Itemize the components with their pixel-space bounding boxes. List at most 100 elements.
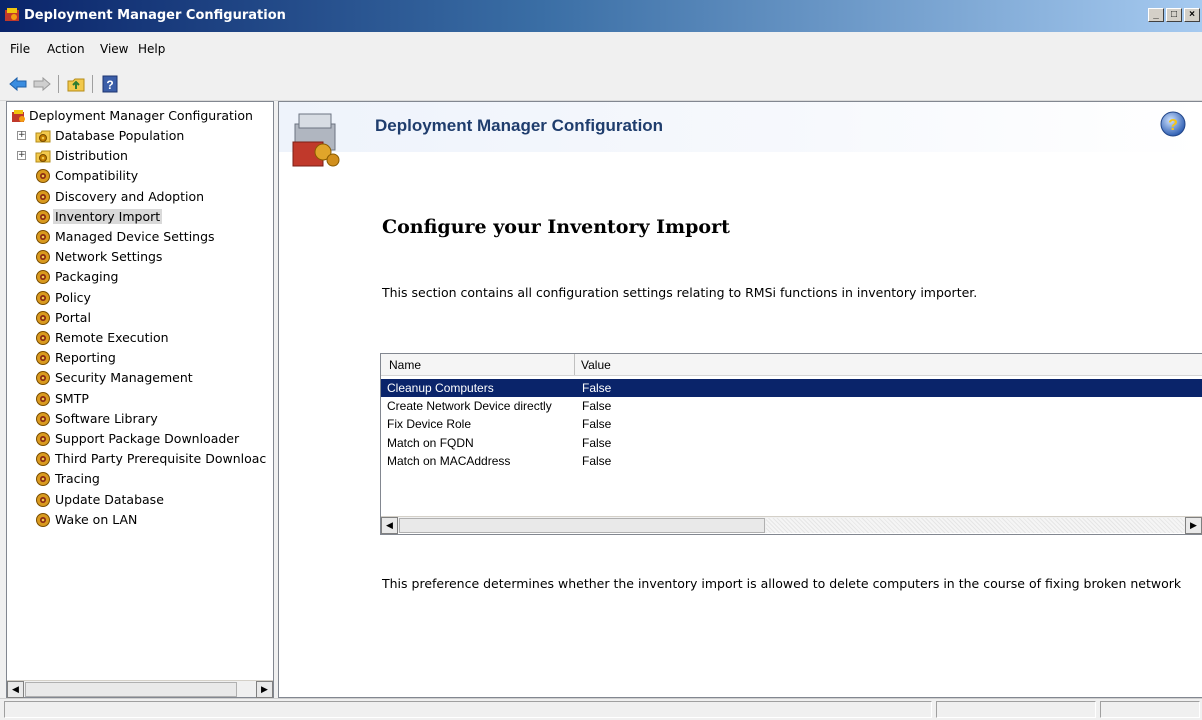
maximize-button[interactable]: □ [1166, 8, 1182, 22]
expand-icon[interactable]: + [17, 131, 26, 140]
tree-item-label: Portal [55, 309, 91, 325]
title-bar: Deployment Manager Configuration _ □ × [0, 0, 1202, 32]
scroll-thumb[interactable] [25, 682, 237, 697]
header-banner: Deployment Manager Configuration ? [279, 102, 1202, 152]
grid-row[interactable]: Fix Device Role False [381, 415, 1202, 433]
column-divider[interactable] [574, 354, 575, 375]
gear-icon [36, 411, 50, 426]
svg-text:?: ? [106, 78, 113, 92]
scroll-track[interactable] [766, 518, 1184, 533]
column-header-value[interactable]: Value [581, 358, 611, 372]
gear-icon [36, 290, 50, 305]
expand-icon[interactable]: + [17, 151, 26, 161]
folder-gear-icon [35, 150, 51, 163]
scroll-left-arrow[interactable]: ◀ [381, 517, 398, 534]
scroll-thumb[interactable] [399, 518, 765, 533]
tree-item-label: Security Management [55, 370, 193, 386]
gear-icon [36, 270, 50, 285]
setting-name: Cleanup Computers [387, 381, 494, 395]
tree-item-label: Policy [55, 289, 91, 305]
minimize-button[interactable]: _ [1148, 8, 1164, 22]
setting-value: False [582, 435, 612, 450]
app-icon [12, 110, 25, 122]
tree-item-label: Software Library [55, 410, 158, 426]
column-header-name[interactable]: Name [389, 358, 421, 372]
setting-value: False [582, 453, 612, 468]
app-icon [5, 8, 19, 21]
tree-item-label: SMTP [55, 390, 89, 406]
menu-view[interactable]: View [100, 42, 128, 56]
window-title: Deployment Manager Configuration [24, 8, 286, 23]
toolbar-separator [58, 75, 59, 93]
menu-file[interactable]: File [10, 42, 30, 56]
gear-icon [36, 331, 50, 345]
toolbar-separator [92, 75, 93, 93]
setting-name: Fix Device Role [387, 417, 472, 432]
gear-icon [36, 351, 50, 366]
menu-action[interactable]: Action [47, 42, 85, 56]
scroll-right-arrow[interactable]: ▶ [256, 681, 273, 698]
svg-text:?: ? [1168, 117, 1178, 134]
scroll-right-arrow[interactable]: ▶ [1185, 517, 1202, 534]
section-description: This section contains all configuration … [382, 285, 978, 300]
gear-icon [36, 432, 50, 446]
setting-value: False [582, 399, 612, 414]
menu-bar: File Action View Help [0, 32, 1202, 66]
grid-row[interactable]: Match on MACAddress False [381, 452, 1202, 470]
up-folder-icon[interactable] [66, 75, 86, 93]
tree-horizontal-scrollbar[interactable]: ◀ ▶ [7, 680, 273, 698]
grid-row[interactable]: Cleanup Computers False [381, 379, 1202, 397]
toolbar: ? [0, 66, 1202, 101]
gear-icon [36, 492, 50, 507]
help-icon[interactable]: ? [1159, 110, 1187, 138]
setting-name: Match on MACAddress [387, 453, 511, 468]
grid-horizontal-scrollbar[interactable]: ◀ ▶ [381, 516, 1202, 534]
deployment-manager-icon [292, 113, 340, 167]
tree-item-label: Support Package Downloader [55, 431, 240, 446]
gear-icon [36, 452, 50, 467]
page-heading: Configure your Inventory Import [382, 216, 730, 238]
back-arrow-icon[interactable] [8, 75, 28, 93]
tree-item-label: Database Population [55, 128, 185, 143]
gear-icon [36, 189, 50, 204]
menu-help[interactable]: Help [138, 42, 165, 56]
status-pane-main [4, 701, 932, 718]
tree-item-label: Third Party Prerequisite Downloac [55, 451, 267, 467]
tree-item-label: Managed Device Settings [55, 229, 215, 244]
tree-item-label: Inventory Import [53, 208, 163, 224]
gear-icon [36, 310, 50, 325]
close-button[interactable]: × [1184, 8, 1200, 22]
setting-value: False [582, 381, 612, 395]
help-book-icon[interactable]: ? [100, 75, 120, 93]
tree-item-label: Update Database [55, 491, 164, 507]
tree-item-label: Distribution [55, 148, 128, 164]
scroll-left-arrow[interactable]: ◀ [7, 681, 24, 698]
banner-title: Deployment Manager Configuration [375, 116, 664, 135]
tree-root-label: Deployment Manager Configuration [29, 108, 253, 123]
gear-icon [36, 209, 50, 224]
navigation-tree: Deployment Manager Configuration + Databa… [6, 101, 274, 698]
tree-item-label: Compatibility [55, 168, 139, 184]
gear-icon [36, 169, 50, 184]
status-pane-3 [1100, 701, 1200, 718]
forward-arrow-icon[interactable] [32, 75, 52, 93]
tree-item-label: Packaging [55, 269, 119, 285]
status-pane-2 [936, 701, 1096, 718]
folder-gear-icon [35, 130, 51, 143]
gear-icon [36, 371, 50, 386]
content-pane: Deployment Manager Configuration ? Confi… [278, 101, 1202, 698]
tree-item-label: Discovery and Adoption [55, 188, 205, 204]
setting-value: False [582, 417, 612, 432]
tree-item-label: Wake on LAN [55, 511, 138, 527]
gear-icon [36, 250, 50, 265]
grid-header: Name Value [381, 354, 1202, 376]
preference-description: This preference determines whether the i… [382, 576, 1182, 591]
gear-icon [36, 512, 50, 527]
grid-row[interactable]: Match on FQDN False [381, 434, 1202, 452]
gear-icon [36, 472, 50, 487]
tree-item-label: Reporting [55, 350, 116, 366]
setting-name: Create Network Device directly [387, 399, 552, 414]
grid-row[interactable]: Create Network Device directly False [381, 397, 1202, 415]
tree-item-label: Tracing [55, 471, 100, 487]
gear-icon [36, 230, 50, 244]
